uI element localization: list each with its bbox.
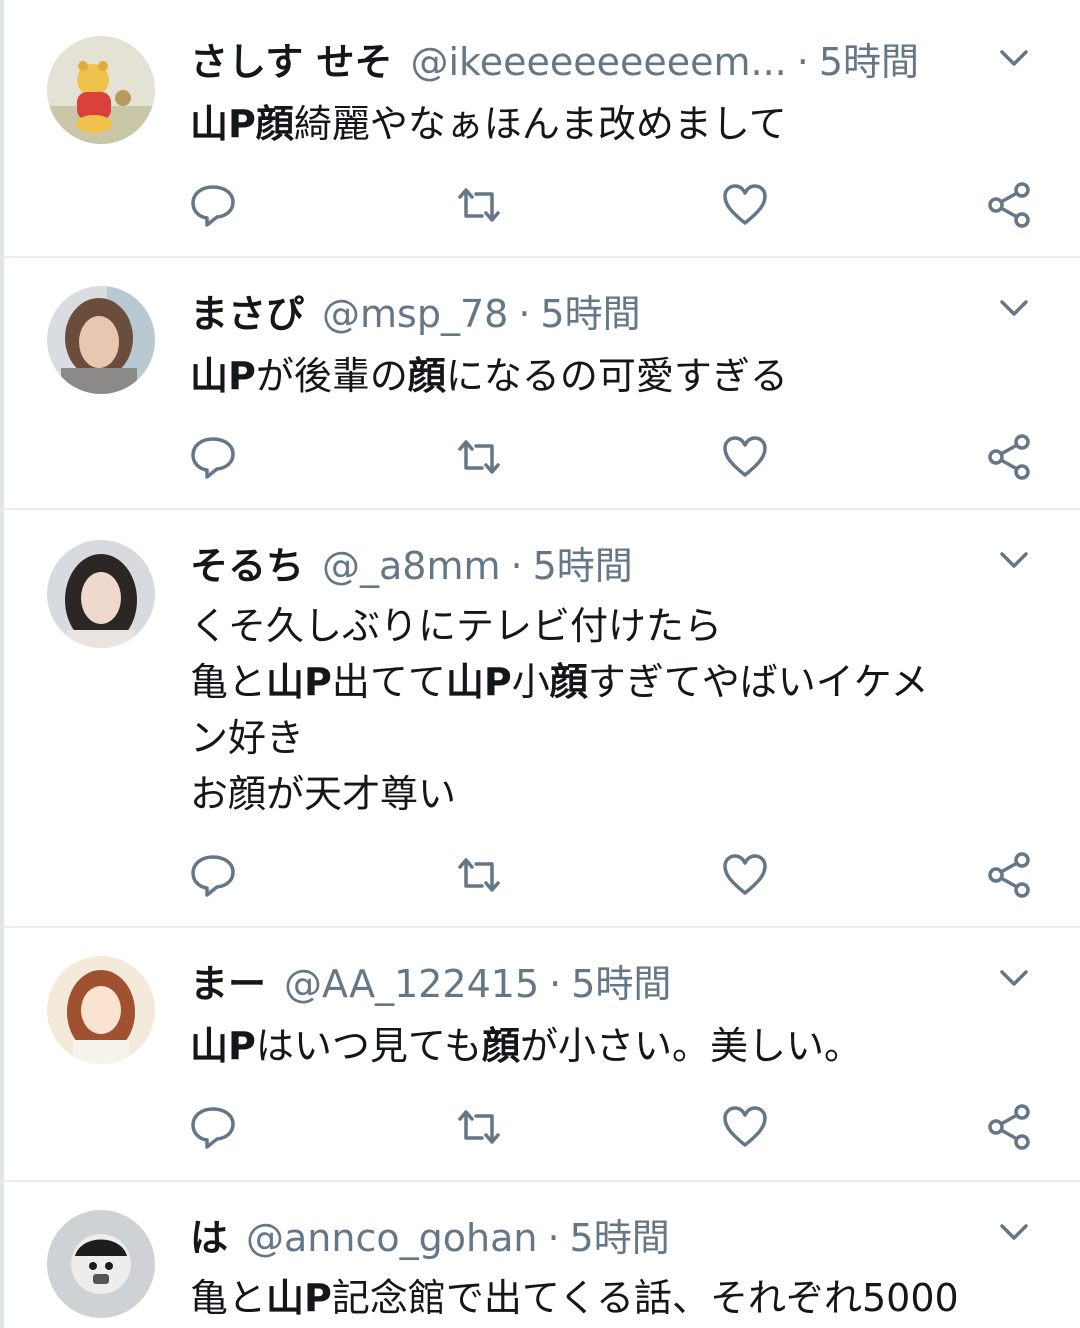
user-handle[interactable]: @annco_gohan <box>246 1208 537 1268</box>
text-run: 小 <box>511 660 550 704</box>
reply-icon[interactable] <box>188 1102 238 1152</box>
timestamp[interactable]: 5時間 <box>570 1208 670 1268</box>
text-run: 記念館で出てくる話、それぞれ5000 <box>331 1276 959 1320</box>
timestamp[interactable]: 5時間 <box>533 536 633 596</box>
text-line: 亀と山P記念館で出てくる話、それぞれ5000 <box>190 1270 1030 1326</box>
text-run: 山P <box>266 1276 332 1320</box>
text-line: 山Pが後輩の顔になるの可愛すぎる <box>190 348 1030 404</box>
text-line: 山Pはいつ見ても顔が小さい。美しい。 <box>190 1018 1030 1074</box>
text-run: 山P顔 <box>190 102 294 146</box>
tweet-header: さしす せそ @ikeeeeeeeeeem... · 5時間 <box>190 32 919 92</box>
text-run: が後輩の <box>255 354 408 398</box>
user-handle[interactable]: @ikeeeeeeeeeem... <box>410 32 786 92</box>
tweet-header: まー @AA_122415 · 5時間 <box>190 954 671 1014</box>
user-handle[interactable]: @AA_122415 <box>284 954 539 1014</box>
timestamp[interactable]: 5時間 <box>819 32 919 92</box>
chevron-down-icon[interactable] <box>992 538 1036 582</box>
retweet-icon[interactable] <box>454 180 504 230</box>
separator-dot: · <box>549 962 562 1006</box>
share-icon[interactable] <box>986 1102 1036 1152</box>
display-name[interactable]: まさぴ <box>190 284 304 344</box>
text-run: 綺麗やなぁほんま改めまして <box>293 102 787 146</box>
text-run: すぎてやばいイケメ <box>587 660 929 704</box>
text-run: 山P <box>445 660 512 704</box>
separator-dot: · <box>796 40 809 84</box>
tweet-item[interactable]: まー @AA_122415 · 5時間 山Pはいつ見ても顔が小さい。美しい。 <box>0 928 1080 1182</box>
text-run: になるの可愛すぎる <box>445 354 788 398</box>
tweet-header: は @annco_gohan · 5時間 <box>190 1208 670 1268</box>
timestamp[interactable]: 5時間 <box>571 954 671 1014</box>
text-run: はいつ見ても <box>255 1024 482 1068</box>
tweet-text: くそ久しぶりにテレビ付けたら 亀と山P出てて山P小顔すぎてやばいイケメ ン好き … <box>190 598 1030 822</box>
retweet-icon[interactable] <box>454 850 504 900</box>
tweet-text: 山Pはいつ見ても顔が小さい。美しい。 <box>190 1018 1030 1074</box>
text-run: お顔が天才尊い <box>190 772 457 816</box>
tweet-header: そるち @_a8mm · 5時間 <box>190 536 633 596</box>
display-name[interactable]: さしす せそ <box>190 32 392 92</box>
chevron-down-icon[interactable] <box>992 1210 1036 1254</box>
tweet-text: 亀と山P記念館で出てくる話、それぞれ5000 <box>190 1270 1030 1326</box>
tweet-item[interactable]: さしす せそ @ikeeeeeeeeeem... · 5時間 山P顔綺麗やなぁほ… <box>0 0 1080 258</box>
chevron-down-icon[interactable] <box>992 956 1036 1000</box>
text-run: 顔 <box>549 660 588 704</box>
text-run: 顔 <box>481 1024 520 1068</box>
retweet-icon[interactable] <box>454 432 504 482</box>
reply-icon[interactable] <box>188 180 238 230</box>
tweet-item[interactable]: は @annco_gohan · 5時間 亀と山P記念館で出てくる話、それぞれ5… <box>0 1182 1080 1328</box>
retweet-icon[interactable] <box>454 1102 504 1152</box>
text-run: 山P <box>266 660 332 704</box>
separator-dot: · <box>518 292 531 336</box>
text-run: ン好き <box>190 716 305 760</box>
text-run: 亀と <box>190 660 267 704</box>
text-run: 山P <box>190 1024 256 1068</box>
timestamp[interactable]: 5時間 <box>540 284 640 344</box>
text-line: くそ久しぶりにテレビ付けたら <box>190 598 1030 654</box>
share-icon[interactable] <box>986 180 1036 230</box>
text-run: が小さい。美しい。 <box>519 1024 862 1068</box>
display-name[interactable]: まー <box>190 954 266 1014</box>
avatar[interactable] <box>47 286 155 394</box>
avatar[interactable] <box>47 956 155 1064</box>
separator-dot: · <box>547 1216 560 1260</box>
like-icon[interactable] <box>720 1102 770 1152</box>
text-line: お顔が天才尊い <box>190 766 1030 822</box>
tweet-text: 山Pが後輩の顔になるの可愛すぎる <box>190 348 1030 404</box>
avatar[interactable] <box>47 1210 155 1318</box>
text-run: 顔 <box>407 354 446 398</box>
display-name[interactable]: そるち <box>190 536 304 596</box>
text-line: ン好き <box>190 710 1030 766</box>
text-run: 出てて <box>331 660 446 704</box>
text-run: 山P <box>190 354 256 398</box>
like-icon[interactable] <box>720 180 770 230</box>
like-icon[interactable] <box>720 432 770 482</box>
text-run: 亀と <box>190 1276 267 1320</box>
avatar[interactable] <box>47 540 155 648</box>
tweet-text: 山P顔綺麗やなぁほんま改めまして <box>190 96 1030 152</box>
text-run: くそ久しぶりにテレビ付けたら <box>190 604 723 648</box>
text-line: 山P顔綺麗やなぁほんま改めまして <box>190 96 1030 152</box>
reply-icon[interactable] <box>188 850 238 900</box>
tweet-item[interactable]: まさぴ @msp_78 · 5時間 山Pが後輩の顔になるの可愛すぎる <box>0 258 1080 510</box>
share-icon[interactable] <box>986 432 1036 482</box>
user-handle[interactable]: @msp_78 <box>322 284 508 344</box>
tweet-item[interactable]: そるち @_a8mm · 5時間 くそ久しぶりにテレビ付けたら 亀と山P出てて山… <box>0 510 1080 928</box>
avatar[interactable] <box>47 36 155 144</box>
share-icon[interactable] <box>986 850 1036 900</box>
separator-dot: · <box>510 544 523 588</box>
chevron-down-icon[interactable] <box>992 36 1036 80</box>
user-handle[interactable]: @_a8mm <box>322 536 501 596</box>
reply-icon[interactable] <box>188 432 238 482</box>
tweet-header: まさぴ @msp_78 · 5時間 <box>190 284 641 344</box>
display-name[interactable]: は <box>190 1208 228 1268</box>
text-line: 亀と山P出てて山P小顔すぎてやばいイケメ <box>190 654 1030 710</box>
chevron-down-icon[interactable] <box>992 286 1036 330</box>
like-icon[interactable] <box>720 850 770 900</box>
